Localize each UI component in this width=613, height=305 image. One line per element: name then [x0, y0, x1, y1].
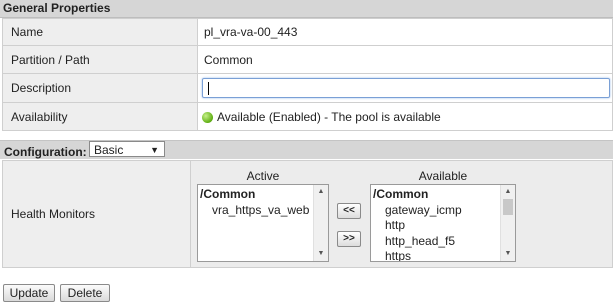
available-monitors-list[interactable]: /Common gateway_icmp http http_head_f5 h…	[370, 184, 516, 262]
general-properties-header: General Properties	[0, 0, 613, 18]
list-item[interactable]: http	[373, 218, 499, 234]
configuration-label: Configuration:	[4, 145, 87, 159]
available-list-title: Available	[418, 169, 468, 183]
list-item[interactable]: gateway_icmp	[373, 203, 499, 219]
list-item[interactable]: /Common	[373, 187, 499, 203]
description-label: Description	[2, 73, 198, 103]
property-row-description: Description	[2, 73, 613, 103]
list-item[interactable]: vra_https_va_web	[200, 203, 312, 219]
scroll-up-arrow-icon[interactable]: ▲	[314, 186, 328, 198]
list-item[interactable]: https	[373, 249, 499, 261]
name-value: pl_vra-va-00_443	[197, 18, 613, 46]
description-input[interactable]	[202, 78, 610, 98]
health-monitors-selector: Active /Common vra_https_va_web ▲ ▼ << >…	[191, 161, 612, 267]
list-item[interactable]: /Common	[200, 187, 312, 203]
delete-button[interactable]: Delete	[60, 284, 110, 302]
active-monitors-list[interactable]: /Common vra_https_va_web ▲ ▼	[197, 184, 329, 262]
active-list-scrollbar[interactable]: ▲ ▼	[313, 185, 328, 261]
available-list-scrollbar[interactable]: ▲ ▼	[500, 185, 515, 261]
name-label: Name	[2, 18, 198, 46]
scrollbar-thumb[interactable]	[503, 199, 513, 215]
property-row-availability: Availability Available (Enabled) - The p…	[2, 102, 613, 131]
text-caret	[208, 82, 209, 95]
configuration-mode-select[interactable]: Basic ▼	[89, 141, 165, 157]
property-row-partition: Partition / Path Common	[2, 45, 613, 74]
health-monitors-row: Health Monitors Active /Common vra_https…	[2, 160, 613, 268]
chevron-down-icon: ▼	[150, 145, 159, 155]
move-to-available-button[interactable]: >>	[337, 231, 361, 247]
update-button[interactable]: Update	[3, 284, 55, 302]
health-monitors-label-cell: Health Monitors	[3, 161, 191, 267]
scroll-up-arrow-icon[interactable]: ▲	[501, 186, 515, 198]
availability-value: Available (Enabled) - The pool is availa…	[217, 109, 441, 124]
partition-label: Partition / Path	[2, 45, 198, 74]
description-cell	[197, 73, 613, 103]
configuration-bar: Configuration: Basic ▼	[0, 140, 613, 159]
partition-value: Common	[197, 45, 613, 74]
active-list-title: Active	[246, 169, 280, 183]
property-row-name: Name pl_vra-va-00_443	[2, 18, 613, 46]
configuration-mode-value: Basic	[94, 143, 124, 157]
list-item[interactable]: http_head_f5	[373, 234, 499, 250]
move-to-active-button[interactable]: <<	[337, 203, 361, 219]
availability-label: Availability	[2, 102, 198, 131]
status-available-icon	[202, 111, 213, 123]
scroll-down-arrow-icon[interactable]: ▼	[314, 248, 328, 260]
section-title: General Properties	[3, 1, 111, 15]
availability-cell: Available (Enabled) - The pool is availa…	[197, 102, 613, 131]
general-properties-table: Name pl_vra-va-00_443 Partition / Path C…	[2, 18, 613, 131]
health-monitors-label: Health Monitors	[11, 207, 96, 221]
scroll-down-arrow-icon[interactable]: ▼	[501, 248, 515, 260]
